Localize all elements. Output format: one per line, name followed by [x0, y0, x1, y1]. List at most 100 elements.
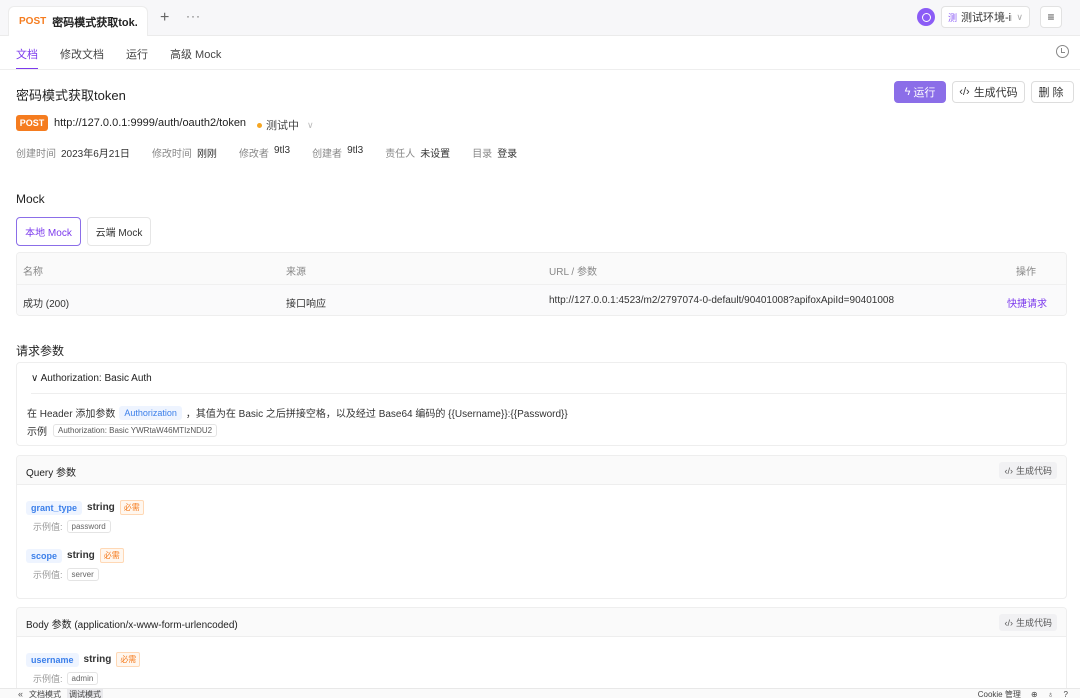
environment-select[interactable]: 测 测试环境-inhos ∨	[941, 6, 1030, 28]
shirt-icon[interactable]: ♁	[1048, 690, 1054, 698]
table-row: 成功 (200) 接口响应 http://127.0.0.1:4523/m2/2…	[17, 285, 1066, 315]
mock-source: 接口响应	[286, 299, 326, 310]
generate-code-button[interactable]: ‹/› 生成代码	[952, 81, 1025, 103]
example-value: server	[66, 568, 99, 581]
collapse-sidebar-icon[interactable]: «	[18, 689, 23, 698]
param-item: grant_type string 必需 示例值: password	[26, 500, 144, 533]
auth-header-tag: Authorization	[119, 405, 182, 420]
divider	[0, 69, 1080, 70]
params-section-title: 请求参数	[16, 344, 65, 358]
column-header: 名称	[23, 267, 43, 278]
tab-run[interactable]: 运行	[126, 36, 148, 70]
status-select[interactable]: 测试中 ∨	[257, 117, 314, 133]
chevron-down-icon: ∨	[1016, 11, 1023, 22]
column-header: 来源	[286, 267, 306, 278]
history-clock-icon[interactable]	[1056, 45, 1069, 58]
auth-example-label: 示例	[27, 427, 47, 438]
environment-name: 测试环境-inhos	[961, 12, 1012, 24]
more-tabs-icon[interactable]: ···	[186, 9, 201, 23]
generate-code-button[interactable]: ‹/› 生成代码	[999, 462, 1057, 479]
code-icon: ‹/›	[1004, 465, 1013, 476]
tab-edit-doc[interactable]: 修改文档	[60, 36, 104, 70]
meta-value: 未设置	[420, 149, 451, 160]
required-badge: 必需	[99, 548, 124, 563]
param-type: string	[87, 502, 115, 513]
auth-desc-suffix: ，其值为在 Basic 之后拼接空格，以及经过 Base64 编码的 {{Use…	[185, 409, 568, 420]
param-item: scope string 必需 示例值: server	[26, 548, 124, 581]
meta-value: 刚刚	[196, 149, 217, 160]
mock-url[interactable]: http://127.0.0.1:4523/m2/2797074-0-defau…	[549, 295, 894, 306]
quick-request-link[interactable]: 快捷请求	[1007, 295, 1047, 310]
example-value: password	[66, 520, 111, 533]
meta-info: 创建时间 2023年6月21日 修改时间 刚刚 修改者 9tl3 创建者 9tl3 责任…	[16, 145, 539, 160]
divider	[31, 393, 1066, 394]
run-button-label: 运行	[913, 87, 936, 99]
code-icon: ‹/›	[959, 86, 970, 98]
tab-title: 密码模式获取tok...	[52, 16, 137, 29]
auth-description: 在 Header 添加参数 Authorization ，其值为在 Basic …	[27, 405, 568, 420]
meta-value: 2023年6月21日	[61, 149, 130, 160]
param-type: string	[83, 654, 112, 665]
meta-value: 登录	[497, 149, 518, 160]
generate-code-label: 生成代码	[1015, 618, 1052, 628]
column-header: 操作	[1016, 267, 1036, 278]
example-label: 示例值:	[33, 522, 63, 532]
debug-mode-button[interactable]: 调试模式	[67, 688, 104, 698]
run-button[interactable]: ϟ 运行	[894, 81, 946, 103]
sub-tabs: 文档 修改文档 运行 高级 Mock	[16, 36, 243, 70]
param-name: username	[26, 652, 79, 667]
new-tab-icon[interactable]: +	[160, 10, 169, 26]
panel-header: Query 参数 ‹/› 生成代码	[17, 456, 1066, 485]
meta-key: 修改者	[238, 149, 269, 160]
meta-key: 责任人	[385, 149, 416, 160]
required-badge: 必需	[116, 652, 141, 667]
request-tab[interactable]: POST 密码模式获取tok...	[8, 6, 148, 36]
doc-mode-button[interactable]: 文档模式	[29, 689, 61, 698]
meta-key: 修改时间	[151, 149, 192, 160]
auth-header[interactable]: ∨ Authorization: Basic Auth	[31, 373, 152, 384]
meta-key: 创建时间	[16, 149, 56, 160]
avatar[interactable]	[917, 8, 935, 26]
generate-code-label: 生成代码	[1015, 466, 1052, 476]
example-value: admin	[66, 672, 99, 685]
method-badge: POST	[16, 115, 48, 131]
tab-local-mock[interactable]: 本地 Mock	[16, 217, 81, 246]
meta-key: 目录	[472, 149, 493, 160]
meta-key: 创建者	[312, 149, 343, 160]
help-icon[interactable]: ?	[1064, 690, 1068, 698]
table-header: 名称 来源 URL / 参数 操作	[17, 253, 1066, 285]
column-header: URL / 参数	[549, 267, 597, 278]
request-url: http://127.0.0.1:9999/auth/oauth2/token	[54, 117, 247, 129]
tab-advanced-mock[interactable]: 高级 Mock	[170, 36, 221, 70]
query-params-panel: Query 参数 ‹/› 生成代码 grant_type string 必需 示…	[16, 455, 1067, 599]
top-tab-bar: POST 密码模式获取tok... + ··· 测 测试环境-inhos ∨ ≡	[0, 0, 1080, 36]
example-label: 示例值:	[33, 570, 63, 580]
tab-method: POST	[19, 16, 47, 27]
mock-table: 名称 来源 URL / 参数 操作 成功 (200) 接口响应 http://1…	[16, 252, 1067, 316]
panel-header: Body 参数 (application/x-www-form-urlencod…	[17, 608, 1066, 637]
delete-button[interactable]: 删除	[1031, 81, 1074, 103]
body-params-panel: Body 参数 (application/x-www-form-urlencod…	[16, 607, 1067, 688]
status-dot-icon	[257, 122, 262, 128]
generate-code-label: 生成代码	[973, 87, 1018, 99]
meta-value: 9tl3	[273, 145, 291, 156]
param-name: grant_type	[26, 500, 83, 515]
generate-code-button[interactable]: ‹/› 生成代码	[999, 614, 1057, 631]
query-params-title: Query 参数	[26, 468, 77, 479]
environment-icon: 测	[948, 12, 958, 23]
tab-doc[interactable]: 文档	[16, 36, 38, 70]
bottom-status-bar: « 文档模式 调试模式 Cookie 管理 ⊕ ♁ ?	[0, 688, 1080, 698]
auth-example-value: Authorization: Basic YWRtaW46MTIzNDU2	[53, 424, 218, 437]
auth-example: 示例 Authorization: Basic YWRtaW46MTIzNDU2	[27, 423, 218, 438]
param-item: username string 必需 示例值: admin	[26, 652, 141, 685]
mock-name: 成功 (200)	[23, 299, 70, 310]
param-name: scope	[26, 548, 63, 563]
tab-cloud-mock[interactable]: 云端 Mock	[87, 217, 151, 246]
menu-icon[interactable]: ≡	[1040, 6, 1062, 28]
mock-section-title: Mock	[16, 192, 45, 206]
chevron-down-icon: ∨	[307, 119, 314, 130]
lightning-icon: ϟ	[904, 86, 911, 98]
upload-icon[interactable]: ⊕	[1031, 690, 1038, 698]
cookie-manager-button[interactable]: Cookie 管理	[978, 689, 1021, 698]
body-params-title: Body 参数 (application/x-www-form-urlencod…	[26, 620, 238, 631]
